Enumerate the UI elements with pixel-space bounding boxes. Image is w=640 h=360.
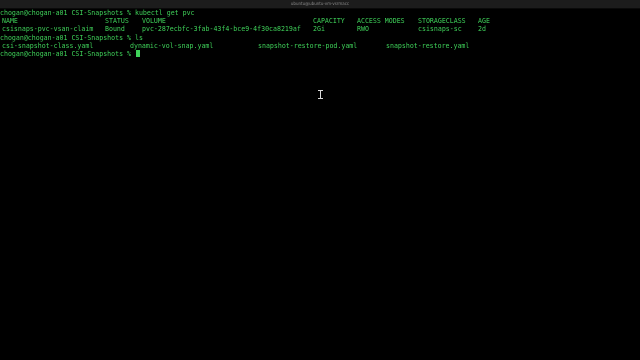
file-entry: snapshot-restore.yaml [386, 41, 470, 50]
column-header-name: NAME [2, 17, 18, 26]
terminal-line-command1: chogan@chogan-a01 CSI-Snapshots % kubect… [0, 9, 640, 17]
file-entry: dynamic-vol-snap.yaml [130, 41, 214, 50]
cell-storageclass: csisnaps-sc [418, 25, 462, 34]
cell-status: Bound [105, 25, 125, 34]
file-entry: csi-snapshot-class.yaml [2, 41, 94, 50]
pvc-table-row: csisnaps-pvc-vsan-claim Bound pvc-287ecb… [0, 25, 640, 33]
text-ibeam-cursor-icon [317, 90, 323, 99]
prompt: chogan@chogan-a01 CSI-Snapshots % [0, 9, 135, 17]
prompt: chogan@chogan-a01 CSI-Snapshots % [0, 33, 135, 42]
terminal-line-active[interactable]: chogan@chogan-a01 CSI-Snapshots % [0, 49, 640, 58]
prompt: chogan@chogan-a01 CSI-Snapshots % [0, 49, 135, 58]
terminal-line-command2: chogan@chogan-a01 CSI-Snapshots % ls [0, 34, 640, 42]
text-cursor [135, 49, 140, 57]
cell-access-modes: RWO [357, 25, 369, 34]
window-title: ubuntu@ubuntu-vm-vsrmacc [290, 1, 350, 6]
command-text: kubectl get pvc [134, 9, 195, 17]
pvc-table-header: NAME STATUS VOLUME CAPACITY ACCESS MODES… [0, 17, 640, 25]
column-header-access-modes: ACCESS MODES [357, 17, 405, 26]
column-header-age: AGE [478, 17, 490, 26]
cell-capacity: 2Gi [313, 25, 325, 34]
column-header-volume: VOLUME [142, 17, 166, 26]
command-text: ls [134, 33, 143, 42]
column-header-storageclass: STORAGECLASS [418, 17, 466, 26]
terminal-window[interactable]: ubuntu@ubuntu-vm-vsrmacc chogan@chogan-a… [0, 0, 640, 360]
column-header-capacity: CAPACITY [313, 17, 345, 26]
ls-output-line: csi-snapshot-class.yaml dynamic-vol-snap… [0, 42, 640, 50]
cell-name: csisnaps-pvc-vsan-claim [2, 25, 94, 34]
cell-volume: pvc-287ecbfc-3fab-43f4-bce9-4f30ca8219af [142, 25, 301, 34]
window-titlebar[interactable]: ubuntu@ubuntu-vm-vsrmacc [0, 0, 640, 9]
column-header-status: STATUS [105, 17, 129, 26]
cell-age: 2d [478, 25, 486, 34]
terminal-output[interactable]: chogan@chogan-a01 CSI-Snapshots % kubect… [0, 9, 640, 360]
file-entry: snapshot-restore-pod.yaml [258, 41, 358, 50]
